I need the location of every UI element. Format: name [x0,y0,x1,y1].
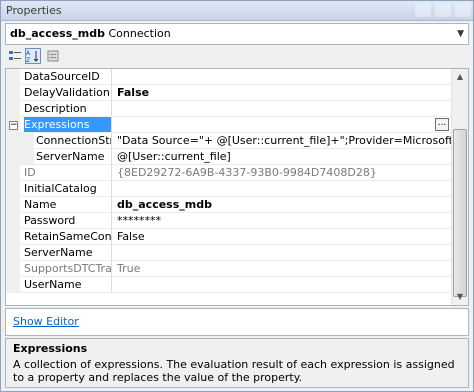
property-value[interactable]: @[User::current_file] [114,149,452,165]
description-text: A collection of expressions. The evaluat… [13,358,455,384]
row-indent [20,149,34,165]
property-value[interactable]: ******** [114,213,452,229]
property-row[interactable]: UserName [6,277,452,293]
property-row[interactable]: ConnectionString"Data Source="+ @[User::… [6,133,452,149]
row-gutter [6,133,20,149]
row-gutter [6,277,20,293]
properties-window: Properties db_access_mdb Connection ▼ A … [0,0,474,392]
svg-text:A: A [26,50,31,57]
property-row[interactable]: Description [6,101,452,117]
property-pages-button[interactable] [45,48,61,64]
close-icon[interactable] [455,3,471,17]
object-name: db_access_mdb [10,27,105,40]
scroll-up-icon[interactable]: ▲ [452,69,468,85]
property-name: Name [24,197,112,213]
row-gutter [6,213,20,229]
row-gutter [6,261,20,277]
commands-pane: Show Editor [5,308,469,336]
property-name: InitialCatalog [24,181,112,197]
alphabetical-button[interactable]: A Z [25,48,41,64]
property-name: ServerName [24,245,112,261]
property-name: DataSourceID [24,69,112,85]
maximize-icon[interactable] [435,3,451,17]
property-grid: DataSourceID DelayValidation False Descript… [5,68,469,306]
property-value[interactable]: {8ED29272-6A9B-4337-93B0-9984D7408D28} [114,165,452,181]
property-name: Expressions [24,117,112,133]
property-row[interactable]: DelayValidation False [6,85,452,101]
object-type: Connection [108,27,171,40]
property-name: ID [24,165,112,181]
property-value[interactable]: True [114,261,452,277]
row-divider [20,292,452,293]
property-value[interactable] [114,277,452,293]
row-gutter [6,229,20,245]
row-gutter [6,181,20,197]
property-name: SupportsDTCTransactions [24,261,112,277]
property-row[interactable]: ServerName @[User::current_file] [6,149,452,165]
property-name: Description [24,101,112,117]
property-name: UserName [24,277,112,293]
property-name: RetainSameConnection [24,229,112,245]
property-value[interactable] [114,117,452,133]
row-indent [20,133,34,149]
property-value[interactable]: False [114,85,452,101]
window-title: Properties [6,4,62,17]
property-row[interactable]: Password ******** [6,213,452,229]
property-value[interactable] [114,69,452,85]
scroll-thumb[interactable] [453,129,467,297]
categorized-icon [9,51,21,60]
collapse-icon[interactable]: − [9,121,18,130]
description-title: Expressions [13,342,88,355]
object-selector[interactable]: db_access_mdb Connection ▼ [5,23,469,45]
property-name: Password [24,213,112,229]
property-value[interactable] [114,181,452,197]
property-name: ConnectionString [36,133,112,149]
property-name: DelayValidation [24,85,112,101]
categorized-button[interactable] [7,48,23,64]
vertical-scrollbar[interactable]: ▲ ▼ [451,69,468,305]
property-row[interactable]: DataSourceID [6,69,452,85]
property-pages-icon [47,50,59,62]
property-row[interactable]: SupportsDTCTransactionsTrue [6,261,452,277]
row-gutter [6,69,20,85]
row-gutter [6,149,20,165]
property-value[interactable] [114,101,452,117]
property-name: ServerName [36,149,112,165]
property-value[interactable]: "Data Source="+ @[User::current_file]+";… [114,133,452,149]
property-row[interactable]: Name db_access_mdb [6,197,452,213]
property-row[interactable]: − Expressions... [6,117,452,133]
show-editor-link[interactable]: Show Editor [13,315,79,328]
property-row[interactable]: ID {8ED29272-6A9B-4337-93B0-9984D7408D28} [6,165,452,181]
property-value[interactable]: False [114,229,452,245]
row-gutter [6,85,20,101]
property-row[interactable]: RetainSameConnectionFalse [6,229,452,245]
row-gutter [6,245,20,261]
row-gutter [6,165,20,181]
description-pane: Expressions A collection of expressions.… [5,338,469,388]
row-gutter [6,197,20,213]
title-bar: Properties [1,1,473,21]
property-value[interactable] [114,245,452,261]
chevron-down-icon[interactable]: ▼ [457,24,464,44]
alphabetical-icon: A Z [26,50,39,63]
minimize-icon[interactable] [415,3,431,17]
row-gutter [6,101,20,117]
property-value[interactable]: db_access_mdb [114,197,452,213]
property-row[interactable]: InitialCatalog [6,181,452,197]
property-row[interactable]: ServerName [6,245,452,261]
scroll-down-icon[interactable]: ▼ [452,289,468,305]
svg-text:Z: Z [26,57,30,63]
ellipsis-button[interactable]: ... [435,118,449,131]
